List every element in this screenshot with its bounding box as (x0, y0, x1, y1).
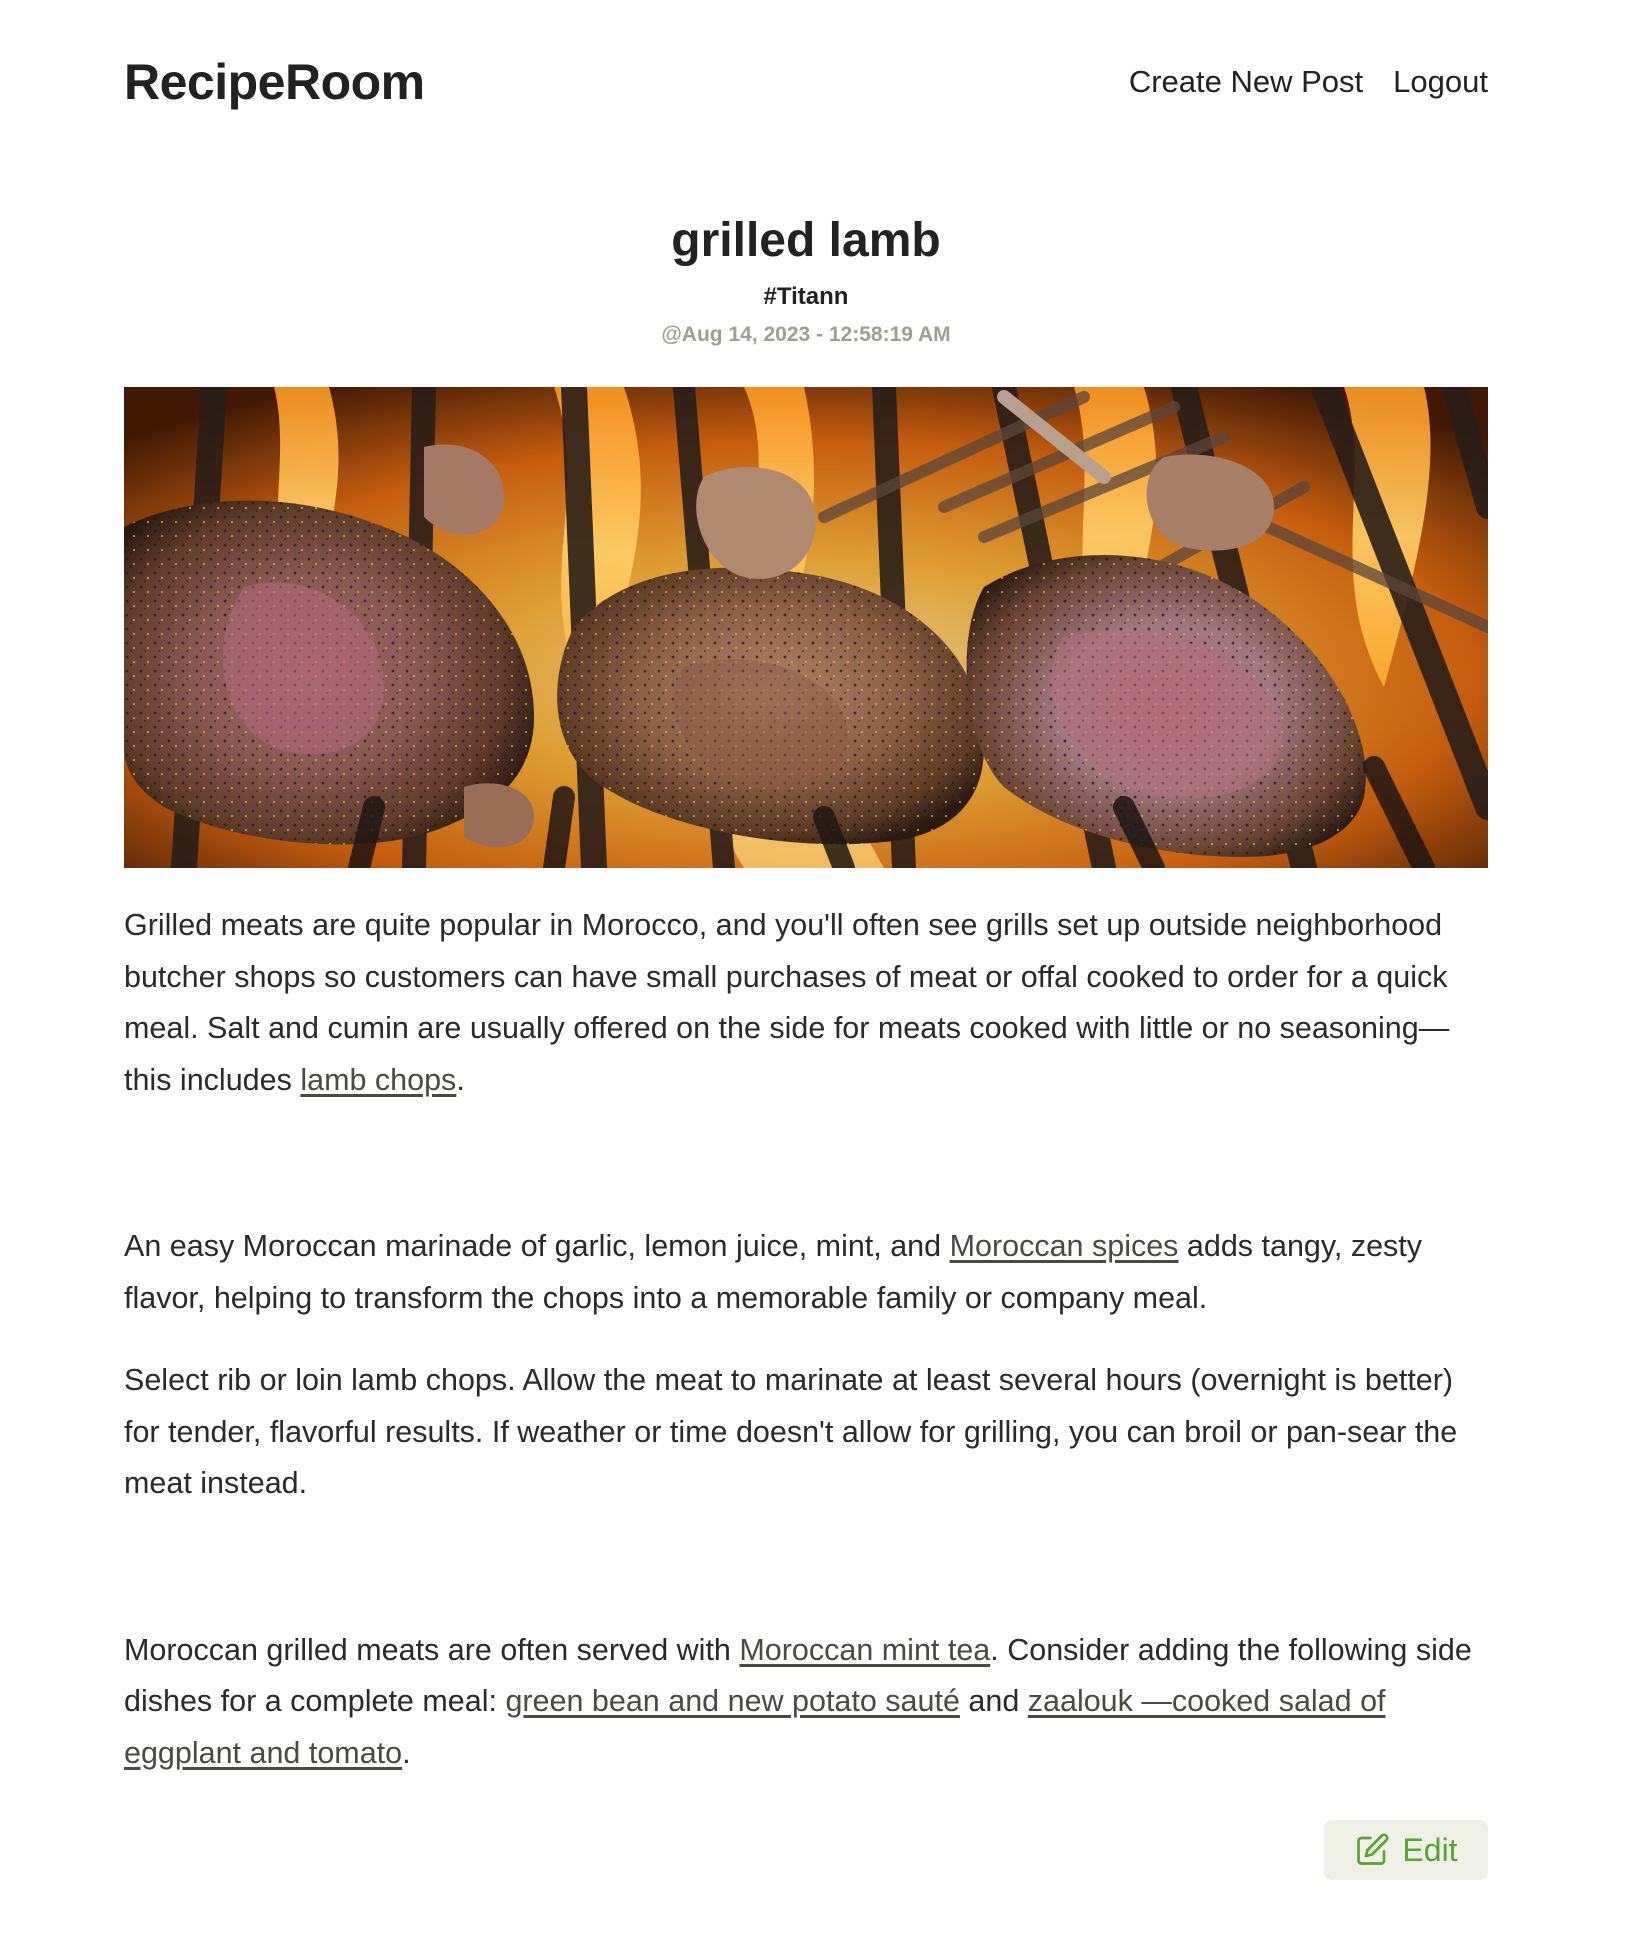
paragraph-4-and: and (959, 1684, 1028, 1718)
post-date: @Aug 14, 2023 - 12:58:19 AM (661, 323, 951, 346)
post-author: #Titann (763, 283, 849, 310)
link-lamb-chops[interactable]: lamb chops (300, 1063, 456, 1097)
paragraph-4-text: Moroccan grilled meats are often served … (124, 1632, 740, 1667)
paragraph-3: Select rib or loin lamb chops. Allow the… (124, 1355, 1488, 1510)
paragraph-2-text: An easy Moroccan marinade of garlic, lem… (124, 1229, 950, 1263)
paragraph-1-tail: . (456, 1062, 465, 1097)
logout-link[interactable]: Logout (1393, 62, 1488, 102)
post-image (124, 387, 1488, 868)
post-body: Grilled meats are quite popular in Moroc… (124, 900, 1488, 1779)
paragraph-3-text: Select rib or loin lamb chops. Allow the… (124, 1363, 1458, 1500)
link-moroccan-spices[interactable]: Moroccan spices (950, 1229, 1179, 1263)
edit-pencil-icon (1354, 1832, 1390, 1868)
top-navigation-bar: RecipeRoom Create New Post Logout (124, 52, 1488, 118)
nav-links: Create New Post Logout (1129, 62, 1488, 102)
edit-button-label: Edit (1402, 1832, 1458, 1868)
post-header: grilled lamb #Titann @Aug 14, 2023 - 12:… (124, 210, 1488, 349)
create-new-post-link[interactable]: Create New Post (1129, 62, 1363, 102)
paragraph-4-tail: . (402, 1735, 411, 1770)
edit-button[interactable]: Edit (1324, 1820, 1488, 1880)
link-moroccan-mint-tea[interactable]: Moroccan mint tea (739, 1633, 990, 1667)
grilled-lamb-photo (124, 387, 1488, 868)
paragraph-4: Moroccan grilled meats are often served … (124, 1625, 1488, 1780)
paragraph-1: Grilled meats are quite popular in Moroc… (124, 900, 1488, 1106)
post-title: grilled lamb (671, 214, 941, 267)
brand-logo[interactable]: RecipeRoom (124, 52, 425, 112)
paragraph-2: An easy Moroccan marinade of garlic, lem… (124, 1221, 1488, 1324)
link-green-bean-potato-saute[interactable]: green bean and new potato sauté (505, 1684, 959, 1718)
